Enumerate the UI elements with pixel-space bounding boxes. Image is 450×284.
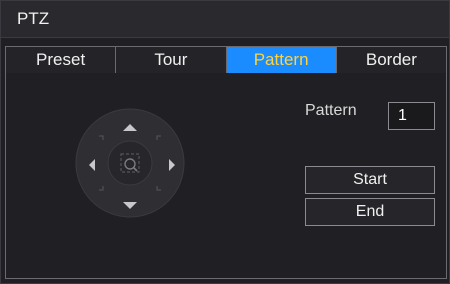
tab-bar: Preset Tour Pattern Border <box>5 46 447 74</box>
end-button[interactable]: End <box>305 198 435 226</box>
pattern-number-input[interactable]: 1 <box>388 102 435 130</box>
pattern-label: Pattern <box>305 102 357 119</box>
title-bar: PTZ <box>1 1 449 38</box>
tab-pattern[interactable]: Pattern <box>226 47 337 73</box>
ptz-window: PTZ Preset Tour Pattern Border <box>0 0 450 284</box>
start-button[interactable]: Start <box>305 166 435 194</box>
tab-border[interactable]: Border <box>337 47 446 73</box>
direction-pad <box>75 108 185 218</box>
tab-tour[interactable]: Tour <box>116 47 227 73</box>
window-title: PTZ <box>17 9 50 28</box>
tab-preset[interactable]: Preset <box>6 47 117 73</box>
